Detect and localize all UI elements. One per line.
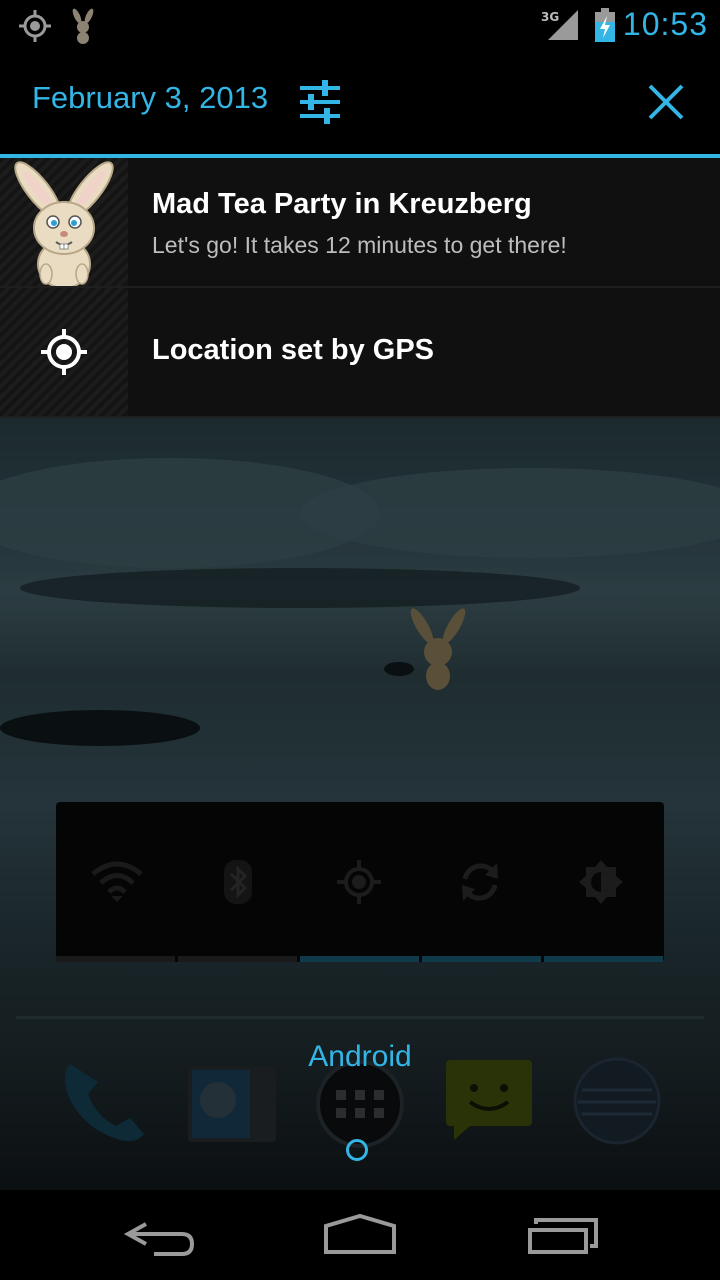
dock-divider: [16, 1016, 704, 1019]
bunny-widget-icon[interactable]: [400, 608, 476, 692]
gps-toggle[interactable]: [298, 842, 419, 922]
wifi-toggle[interactable]: [56, 842, 177, 922]
contacts-icon[interactable]: [188, 1062, 276, 1144]
status-bar: 3G 10:53: [0, 0, 720, 50]
gps-indicator-bar: [300, 956, 419, 962]
sync-icon: [461, 863, 498, 901]
wifi-indicator-bar: [56, 956, 175, 962]
gps-icon: [336, 860, 381, 904]
bunny-icon: [14, 161, 114, 289]
bluetooth-toggle[interactable]: [177, 842, 298, 922]
wifi-icon: [90, 861, 143, 902]
notification-title: Mad Tea Party in Kreuzberg: [152, 188, 532, 220]
bluetooth-icon: [223, 860, 252, 904]
bluetooth-indicator-bar: [178, 956, 297, 962]
signal-3g-icon: 3G: [541, 10, 578, 40]
battery-charging-icon: [595, 8, 615, 42]
bunny-icon: [72, 8, 94, 44]
recent-apps-icon[interactable]: [526, 1216, 598, 1256]
brightness-indicator-bar: [544, 956, 663, 962]
quick-settings-icon[interactable]: [296, 78, 344, 126]
notification-title: Location set by GPS: [152, 334, 434, 366]
notification-gps[interactable]: Location set by GPS: [0, 288, 720, 418]
notification-icon-box: [0, 288, 128, 416]
network-type-label: 3G: [541, 10, 559, 24]
shade-header: February 3, 2013: [0, 50, 720, 155]
back-icon[interactable]: [124, 1218, 196, 1258]
gps-target-icon: [41, 329, 87, 375]
sync-indicator-bar: [422, 956, 541, 962]
notification-tea-party[interactable]: Mad Tea Party in Kreuzberg Let's go! It …: [0, 158, 720, 289]
power-control-widget: [56, 802, 664, 962]
notification-icon-box: [0, 158, 128, 289]
location-target-icon: [19, 10, 51, 42]
clear-all-icon[interactable]: [642, 78, 690, 126]
brightness-toggle[interactable]: [540, 842, 661, 922]
notification-text: Let's go! It takes 12 minutes to get the…: [152, 232, 567, 258]
sync-toggle[interactable]: [419, 842, 540, 922]
brightness-icon: [578, 860, 623, 904]
home-icon[interactable]: [322, 1212, 398, 1256]
folder-label[interactable]: Android: [0, 1040, 720, 1074]
navigation-bar: [0, 1190, 720, 1280]
page-indicator: [346, 1139, 368, 1161]
header-date[interactable]: February 3, 2013: [32, 80, 268, 116]
status-time: 10:53: [622, 6, 708, 42]
